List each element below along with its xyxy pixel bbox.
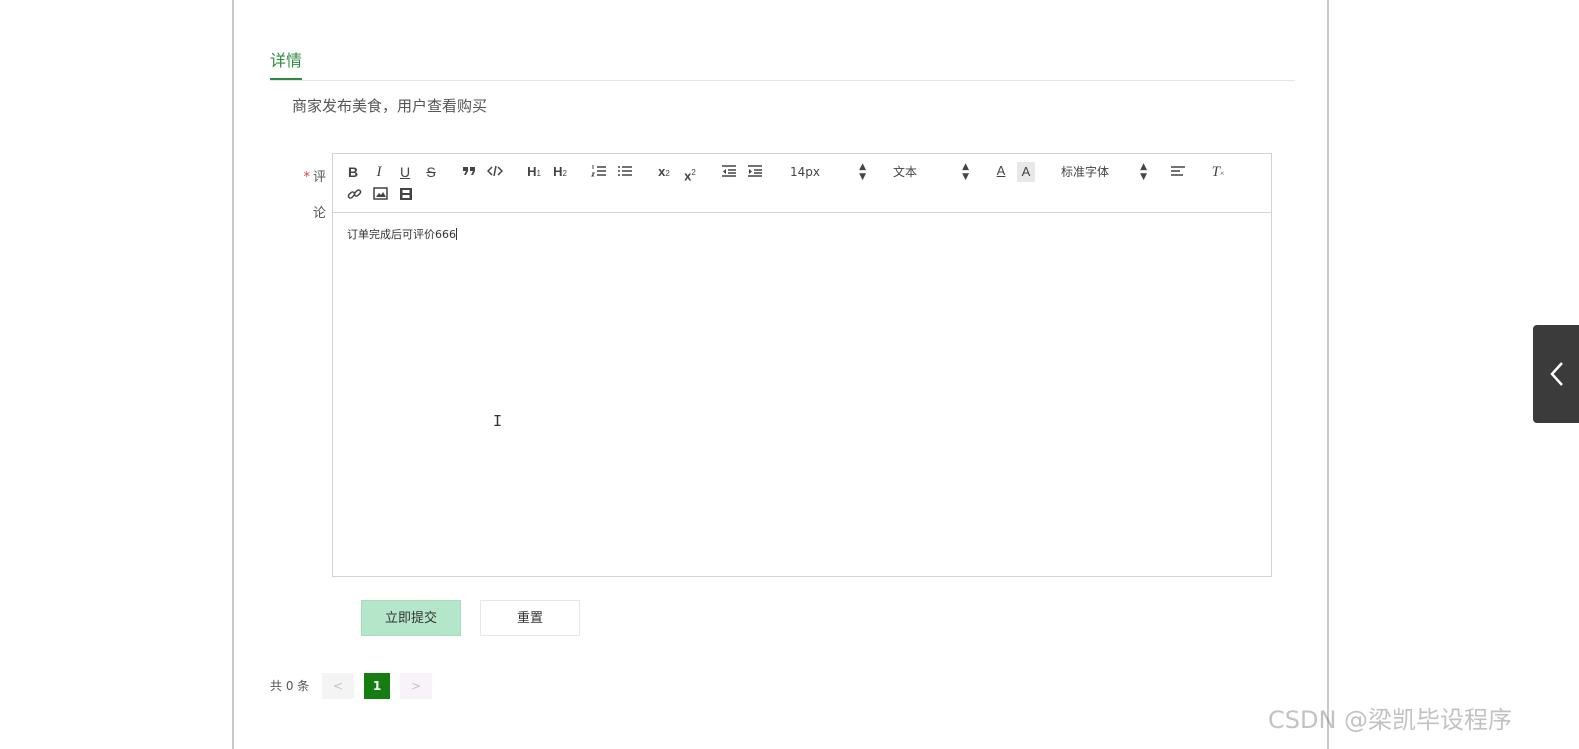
code-icon bbox=[486, 164, 504, 178]
header-value: 文本 bbox=[893, 165, 918, 179]
reset-button[interactable]: 重置 bbox=[480, 600, 580, 636]
detail-description: 商家发布美食，用户查看购买 bbox=[292, 97, 488, 115]
align-button[interactable] bbox=[1169, 162, 1187, 182]
outdent-icon bbox=[720, 164, 738, 178]
tab-details[interactable]: 详情 bbox=[270, 50, 303, 80]
h1-button[interactable]: H1 bbox=[524, 162, 544, 182]
font-size-value: 14px bbox=[790, 165, 820, 179]
bullet-list-button[interactable] bbox=[616, 162, 634, 182]
clear-format-x-icon: × bbox=[1219, 169, 1225, 178]
editor-content[interactable]: 订单完成后可评价666 bbox=[347, 226, 457, 242]
submit-button[interactable]: 立即提交 bbox=[361, 600, 461, 636]
text-caret bbox=[456, 228, 457, 240]
editor-toolbar: B I U S H1 H2 x2 x2 14px ▲ ▼ 文本 ▲ ▼ A A … bbox=[333, 154, 1271, 213]
h1-level: 1 bbox=[536, 169, 541, 178]
font-family-value: 标准字体 bbox=[1061, 165, 1110, 179]
content-border-right bbox=[1327, 0, 1329, 749]
tab-divider bbox=[270, 80, 1295, 81]
content-border-left bbox=[232, 0, 234, 749]
rich-text-editor: B I U S H1 H2 x2 x2 14px ▲ ▼ 文本 ▲ ▼ A A … bbox=[332, 153, 1272, 577]
code-button[interactable] bbox=[486, 162, 504, 182]
font-family-select[interactable]: 标准字体 ▲ ▼ bbox=[1061, 162, 1147, 182]
underline-button[interactable]: U bbox=[397, 162, 413, 182]
next-page-button[interactable]: > bbox=[400, 673, 432, 699]
superscript-button[interactable]: x2 bbox=[680, 162, 700, 183]
select-arrows-icon: ▲ ▼ bbox=[1140, 162, 1147, 182]
side-drawer-toggle[interactable] bbox=[1533, 325, 1579, 423]
clear-format-button[interactable]: T× bbox=[1209, 162, 1227, 182]
ordered-list-icon bbox=[590, 164, 608, 178]
bullet-list-icon bbox=[616, 164, 634, 178]
font-size-select[interactable]: 14px ▲ ▼ bbox=[790, 162, 866, 182]
comment-label: * 评 论 bbox=[296, 160, 326, 232]
select-arrows-icon: ▲ ▼ bbox=[962, 162, 969, 182]
background-color-button[interactable]: A bbox=[1017, 162, 1035, 182]
text-cursor-icon: I bbox=[493, 412, 503, 430]
header-select[interactable]: 文本 ▲ ▼ bbox=[893, 162, 969, 182]
bold-button[interactable]: B bbox=[345, 162, 361, 182]
superscript-index: 2 bbox=[691, 168, 696, 177]
video-icon bbox=[397, 187, 415, 201]
select-arrows-icon: ▲ ▼ bbox=[859, 162, 866, 182]
h2-button[interactable]: H2 bbox=[550, 162, 570, 182]
chevron-left-icon bbox=[1549, 361, 1565, 391]
text-color-button[interactable]: A bbox=[992, 161, 1010, 181]
comment-label-line1: 评 bbox=[312, 170, 326, 185]
comment-label-line2: 论 bbox=[312, 206, 326, 221]
align-icon bbox=[1169, 164, 1187, 178]
watermark: CSDN @梁凯毕设程序 bbox=[1268, 706, 1513, 734]
outdent-button[interactable] bbox=[720, 162, 738, 182]
editor-text: 订单完成后可评价666 bbox=[347, 228, 456, 241]
video-button[interactable] bbox=[397, 185, 415, 205]
quote-icon bbox=[460, 164, 478, 178]
page-1-button[interactable]: 1 bbox=[364, 673, 390, 699]
link-icon bbox=[345, 187, 363, 202]
image-icon bbox=[371, 187, 389, 200]
image-button[interactable] bbox=[371, 185, 389, 205]
link-button[interactable] bbox=[345, 185, 363, 205]
clear-format-label: T bbox=[1211, 164, 1220, 180]
ordered-list-button[interactable] bbox=[590, 162, 608, 182]
prev-page-button[interactable]: < bbox=[322, 673, 354, 699]
subscript-button[interactable]: x2 bbox=[654, 162, 674, 182]
pagination-total: 共 0 条 bbox=[270, 679, 310, 693]
subscript-index: 2 bbox=[665, 169, 670, 178]
required-mark: * bbox=[303, 170, 310, 185]
strike-button[interactable]: S bbox=[423, 162, 439, 182]
italic-button[interactable]: I bbox=[371, 162, 387, 182]
indent-button[interactable] bbox=[746, 162, 764, 182]
h2-level: 2 bbox=[562, 169, 567, 178]
indent-icon bbox=[746, 164, 764, 178]
quote-button[interactable] bbox=[460, 162, 478, 182]
